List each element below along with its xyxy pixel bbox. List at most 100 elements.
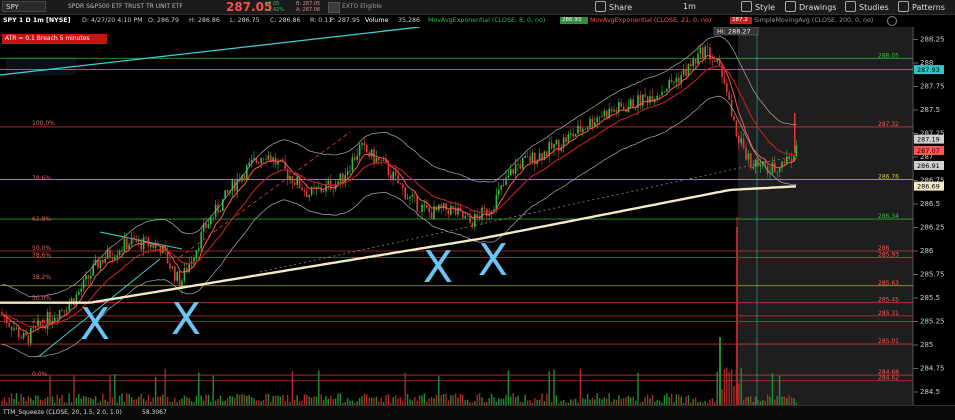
- candle-body: [445, 203, 447, 211]
- timeframe-button[interactable]: 1m: [683, 1, 696, 13]
- annotation-x-mark: X: [80, 299, 110, 350]
- drawings-button[interactable]: Drawings: [785, 1, 836, 14]
- candle-body: [788, 156, 790, 159]
- volume-bar: [267, 393, 270, 405]
- volume-bar: [279, 396, 282, 405]
- studies-label: Studies: [859, 3, 889, 12]
- header-toolbar: SPY SPDR S&P500 ETF TRUST TR UNIT ETF 28…: [0, 0, 955, 15]
- candle-body: [555, 140, 558, 145]
- candle-body: [570, 133, 572, 135]
- candle-body: [728, 92, 730, 100]
- candle-body: [750, 153, 752, 169]
- candle-body: [104, 258, 106, 263]
- volume-bar: [306, 394, 308, 405]
- candle-body: [322, 191, 325, 192]
- candle-body: [198, 248, 200, 251]
- candle-body: [392, 171, 394, 180]
- volume-label: Volume: [365, 17, 389, 24]
- candle-body: [195, 250, 198, 259]
- volume-bar: [80, 398, 82, 405]
- volume-bar: [318, 370, 320, 405]
- volume-bar: [87, 397, 90, 405]
- volume-bar: [711, 398, 714, 405]
- volume-bar: [397, 398, 399, 405]
- candle-body: [714, 60, 716, 62]
- volume-bar: [644, 396, 646, 405]
- candle-body: [529, 156, 531, 163]
- candle-body: [378, 157, 380, 161]
- volume-bar: [73, 374, 75, 405]
- patterns-button[interactable]: Patterns: [898, 1, 945, 14]
- price-axis-label: 288.25: [920, 36, 945, 44]
- volume-bar: [675, 394, 678, 405]
- candle-body: [668, 79, 670, 89]
- bid-ask: B: 287.05 A: 287.08: [296, 1, 320, 13]
- candle-body: [711, 59, 714, 61]
- candle-body: [498, 189, 500, 195]
- volume-bar: [740, 367, 742, 405]
- candle-body: [675, 77, 678, 83]
- volume-bar: [68, 393, 70, 405]
- candle-body: [361, 142, 363, 145]
- candle-body: [661, 92, 663, 96]
- candle-body: [13, 328, 15, 331]
- volume-bar: [618, 395, 620, 405]
- volume-bar: [452, 395, 454, 405]
- volume-bar: [272, 395, 274, 405]
- volume-bar: [243, 394, 246, 405]
- volume-bar: [51, 396, 54, 405]
- candle-body: [212, 217, 214, 218]
- volume-bar: [493, 397, 495, 405]
- candle-body: [658, 95, 661, 97]
- legend-settings-icon[interactable]: [887, 16, 897, 26]
- volume-value: 35,286: [398, 17, 421, 24]
- candle-body: [697, 53, 699, 64]
- price-chart[interactable]: 288.25288287.75287.5287.25287286.75286.5…: [0, 27, 955, 405]
- candle-body: [663, 91, 666, 93]
- candle-body: [538, 153, 541, 161]
- volume-bar: [478, 393, 481, 405]
- price-axis-tag-label: 287.07: [917, 147, 940, 155]
- candle-body: [250, 159, 253, 163]
- candle-body: [423, 204, 426, 206]
- candle-body: [169, 263, 171, 269]
- volume-bar: [721, 389, 723, 405]
- symbol-input[interactable]: SPY: [2, 1, 46, 12]
- candle-body: [207, 224, 210, 228]
- candle-body: [354, 157, 356, 160]
- volume-bar: [514, 397, 517, 405]
- candle-body: [178, 271, 181, 289]
- price-axis-label: 286.5: [920, 200, 940, 208]
- volume-bar: [387, 394, 390, 405]
- studies-button[interactable]: Studies: [845, 1, 889, 14]
- candle-body: [474, 214, 476, 227]
- candle-body: [87, 275, 90, 279]
- candle-body: [109, 249, 111, 258]
- volume-bar: [212, 375, 214, 405]
- volume-bar: [366, 394, 368, 405]
- candle-body: [522, 157, 524, 169]
- candles-group: [1, 41, 798, 347]
- legend-range: R: 0.11: [310, 17, 333, 24]
- candle-body: [774, 162, 776, 173]
- style-button[interactable]: Style: [741, 1, 775, 14]
- candle-body: [500, 185, 502, 190]
- volume-bar: [459, 394, 462, 405]
- volume-bar: [790, 397, 793, 405]
- share-button[interactable]: Share: [595, 1, 632, 14]
- volume-bar: [603, 397, 606, 405]
- volume-bar: [668, 397, 670, 405]
- share-icon: [595, 1, 606, 12]
- candle-body: [615, 109, 618, 112]
- candle-body: [512, 169, 514, 174]
- candle-body: [90, 275, 92, 279]
- volume-bar: [524, 394, 526, 405]
- price-axis-label: 287.75: [920, 83, 945, 91]
- legend-date: D: 4/27/20 4:10 PM: [82, 17, 143, 24]
- candle-body: [483, 207, 486, 209]
- volume-bar: [651, 394, 654, 405]
- exto-toggle[interactable]: [328, 2, 340, 13]
- volume-bar: [140, 393, 142, 405]
- volume-bar: [433, 398, 435, 405]
- volume-bar: [517, 395, 519, 405]
